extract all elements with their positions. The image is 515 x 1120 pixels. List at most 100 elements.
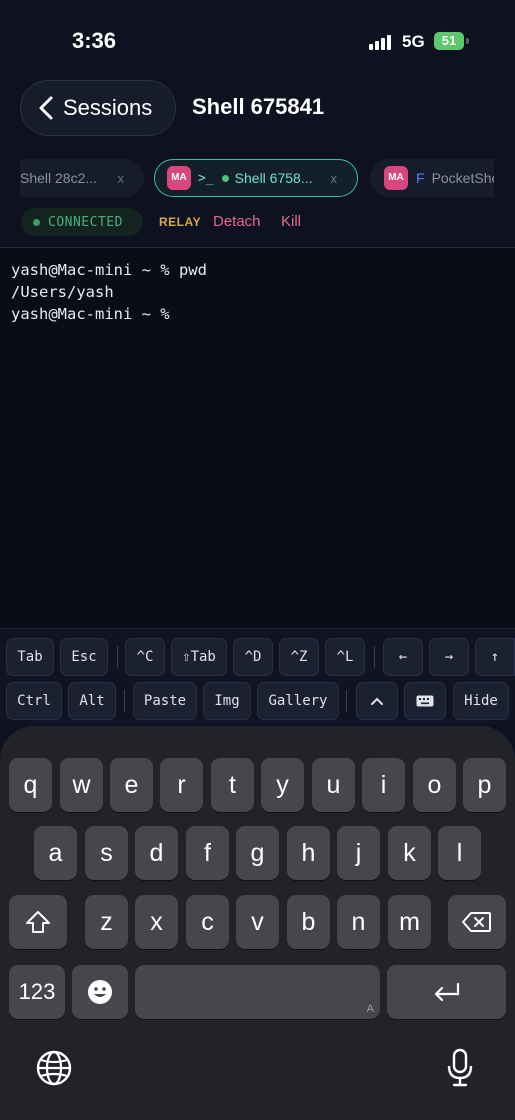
- space-key[interactable]: A: [135, 965, 380, 1019]
- battery-level: 51: [441, 33, 457, 48]
- key-f[interactable]: f: [186, 826, 229, 880]
- hide-button[interactable]: Hide: [453, 682, 509, 720]
- key-z[interactable]: z: [85, 895, 128, 949]
- key-u[interactable]: u: [312, 758, 355, 812]
- ios-keyboard: q w e r t y u i o p a s d f g h j k l z …: [0, 726, 515, 1120]
- alt-key[interactable]: Alt: [68, 682, 116, 720]
- relay-badge: RELAY: [159, 215, 202, 229]
- key-separator: [124, 690, 125, 712]
- arrow-up-key[interactable]: ↑: [475, 638, 515, 676]
- key-t[interactable]: t: [211, 758, 254, 812]
- signal-icon: [369, 34, 395, 50]
- key-separator: [117, 646, 118, 668]
- shift-icon: [26, 911, 50, 933]
- terminal-icon: >_: [198, 170, 214, 186]
- backspace-icon: [462, 912, 491, 932]
- key-r[interactable]: r: [160, 758, 203, 812]
- arrow-left-key[interactable]: ←: [383, 638, 423, 676]
- key-v[interactable]: v: [236, 895, 279, 949]
- key-separator: [346, 690, 347, 712]
- connected-dot-icon: [221, 174, 229, 182]
- key-w[interactable]: w: [60, 758, 103, 812]
- key-g[interactable]: g: [236, 826, 279, 880]
- page-title: Shell 675841: [192, 94, 325, 119]
- terminal-line: yash@Mac-mini ~ % pwd: [11, 261, 207, 279]
- key-e[interactable]: e: [110, 758, 153, 812]
- back-button[interactable]: Sessions: [20, 80, 176, 136]
- avatar: MA: [384, 166, 408, 190]
- image-button[interactable]: Img: [203, 682, 251, 720]
- session-tabs: Shell 28c2... x MA >_ Shell 6758... x MA…: [20, 158, 494, 198]
- ctrl-key[interactable]: Ctrl: [6, 682, 62, 720]
- globe-button[interactable]: [36, 1050, 74, 1088]
- session-tab-label: PocketShe: [431, 170, 494, 186]
- key-j[interactable]: j: [337, 826, 380, 880]
- session-tab[interactable]: MA F PocketShe: [370, 159, 494, 197]
- key-h[interactable]: h: [287, 826, 330, 880]
- key-d[interactable]: d: [135, 826, 178, 880]
- key-a[interactable]: a: [34, 826, 77, 880]
- back-label: Sessions: [63, 95, 153, 120]
- avatar: MA: [167, 166, 191, 190]
- numbers-key[interactable]: 123: [9, 965, 65, 1019]
- ctrl-z-key[interactable]: ^Z: [279, 638, 319, 676]
- network-type: 5G: [402, 32, 425, 51]
- status-dot-icon: [33, 218, 40, 226]
- session-tab-active[interactable]: MA >_ Shell 6758... x: [154, 159, 358, 197]
- emoji-key[interactable]: [72, 965, 128, 1019]
- paste-button[interactable]: Paste: [133, 682, 197, 720]
- gallery-button[interactable]: Gallery: [257, 682, 339, 720]
- key-l[interactable]: l: [438, 826, 481, 880]
- backspace-key[interactable]: [448, 895, 506, 949]
- key-b[interactable]: b: [287, 895, 330, 949]
- status-bar: 3:36 5G 51: [0, 0, 515, 80]
- key-o[interactable]: o: [413, 758, 456, 812]
- close-tab-button[interactable]: x: [331, 171, 338, 186]
- extra-keys-bar: Tab Esc ^C ⇧Tab ^D ^Z ^L ← → ↑ Ctrl Alt …: [0, 628, 515, 724]
- esc-key[interactable]: Esc: [60, 638, 108, 676]
- key-n[interactable]: n: [337, 895, 380, 949]
- session-tab[interactable]: Shell 28c2... x: [20, 159, 144, 197]
- ctrl-l-key[interactable]: ^L: [325, 638, 365, 676]
- session-tab-prefix: F: [416, 170, 425, 186]
- key-p[interactable]: p: [463, 758, 506, 812]
- close-tab-button[interactable]: x: [118, 171, 125, 186]
- keyboard-toggle-button[interactable]: [404, 682, 446, 720]
- return-icon: [434, 982, 459, 1002]
- arrow-right-key[interactable]: →: [429, 638, 469, 676]
- space-key-hint: A: [366, 1003, 374, 1015]
- kill-button[interactable]: Kill: [281, 213, 301, 230]
- shift-key[interactable]: [9, 895, 67, 949]
- key-y[interactable]: y: [261, 758, 304, 812]
- key-m[interactable]: m: [388, 895, 431, 949]
- chevron-up-icon: [371, 697, 383, 705]
- dictation-button[interactable]: [446, 1048, 474, 1088]
- microphone-icon: [447, 1048, 473, 1087]
- terminal-output[interactable]: yash@Mac-mini ~ % pwd /Users/yash yash@M…: [0, 248, 515, 628]
- status-time: 3:36: [72, 28, 117, 53]
- tab-key[interactable]: Tab: [6, 638, 54, 676]
- ctrl-d-key[interactable]: ^D: [233, 638, 273, 676]
- session-tab-label: Shell 6758...: [234, 170, 313, 186]
- detach-button[interactable]: Detach: [213, 213, 261, 230]
- key-q[interactable]: q: [9, 758, 52, 812]
- chevron-left-icon: [39, 96, 53, 120]
- key-separator: [374, 646, 375, 668]
- chevron-up-button[interactable]: [356, 682, 398, 720]
- globe-icon: [36, 1050, 72, 1086]
- keyboard-icon: [416, 695, 434, 707]
- shift-tab-key[interactable]: ⇧Tab: [171, 638, 227, 676]
- return-key[interactable]: [387, 965, 506, 1019]
- battery-tip: [466, 38, 469, 44]
- connection-status-badge: CONNECTED: [21, 208, 143, 236]
- ctrl-c-key[interactable]: ^C: [125, 638, 165, 676]
- emoji-icon: [88, 980, 112, 1004]
- key-i[interactable]: i: [362, 758, 405, 812]
- key-x[interactable]: x: [135, 895, 178, 949]
- terminal-line: yash@Mac-mini ~ %: [11, 305, 170, 323]
- connection-status-label: CONNECTED: [48, 214, 123, 230]
- terminal-line: /Users/yash: [11, 283, 114, 301]
- key-k[interactable]: k: [388, 826, 431, 880]
- key-s[interactable]: s: [85, 826, 128, 880]
- key-c[interactable]: c: [186, 895, 229, 949]
